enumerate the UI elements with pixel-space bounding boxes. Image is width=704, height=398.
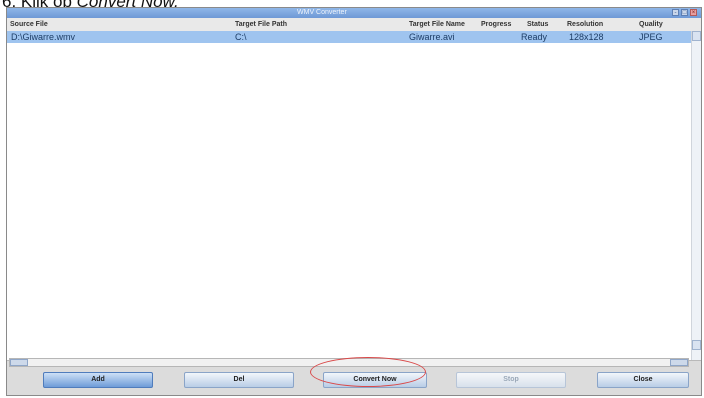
close-window-button[interactable]: × <box>690 9 697 16</box>
button-bar: Add Del Convert Now Stop Close <box>7 362 701 394</box>
column-resolution[interactable]: Resolution <box>567 18 603 31</box>
add-button[interactable]: Add <box>43 372 153 388</box>
column-target-file-path[interactable]: Target File Path <box>235 18 287 31</box>
stop-button[interactable]: Stop <box>456 372 566 388</box>
cell-quality: JPEG <box>639 32 663 42</box>
maximize-button[interactable]: □ <box>681 9 688 16</box>
cell-source: D:\Giwarre.wmv <box>11 32 76 42</box>
file-table: Source File Target File Path Target File… <box>7 18 701 367</box>
window-title: WMV Converter <box>297 9 347 16</box>
cell-status: Ready <box>521 32 548 42</box>
delete-button[interactable]: Del <box>184 372 294 388</box>
cell-resolution: 128x128 <box>569 32 604 42</box>
cell-name: Giwarre.avi <box>409 32 455 42</box>
cell-path: C:\ <box>235 32 247 42</box>
table-header: Source File Target File Path Target File… <box>7 18 701 32</box>
close-button[interactable]: Close <box>597 372 689 388</box>
column-status[interactable]: Status <box>527 18 548 31</box>
scroll-down-arrow-icon[interactable] <box>692 340 701 350</box>
convert-now-button[interactable]: Convert Now <box>323 372 427 388</box>
table-row[interactable]: D:\Giwarre.wmv C:\ Giwarre.avi Ready 128… <box>7 31 691 43</box>
converter-window: WMV Converter - □ × Source File Target F… <box>6 7 702 396</box>
column-quality[interactable]: Quality <box>639 18 663 31</box>
title-bar: WMV Converter - □ × <box>7 8 701 18</box>
column-target-file-name[interactable]: Target File Name <box>409 18 465 31</box>
vertical-scrollbar[interactable] <box>691 31 701 360</box>
window-controls: - □ × <box>672 9 697 16</box>
scroll-up-arrow-icon[interactable] <box>692 31 701 41</box>
column-progress[interactable]: Progress <box>481 18 511 31</box>
minimize-button[interactable]: - <box>672 9 679 16</box>
column-source-file[interactable]: Source File <box>10 18 48 31</box>
